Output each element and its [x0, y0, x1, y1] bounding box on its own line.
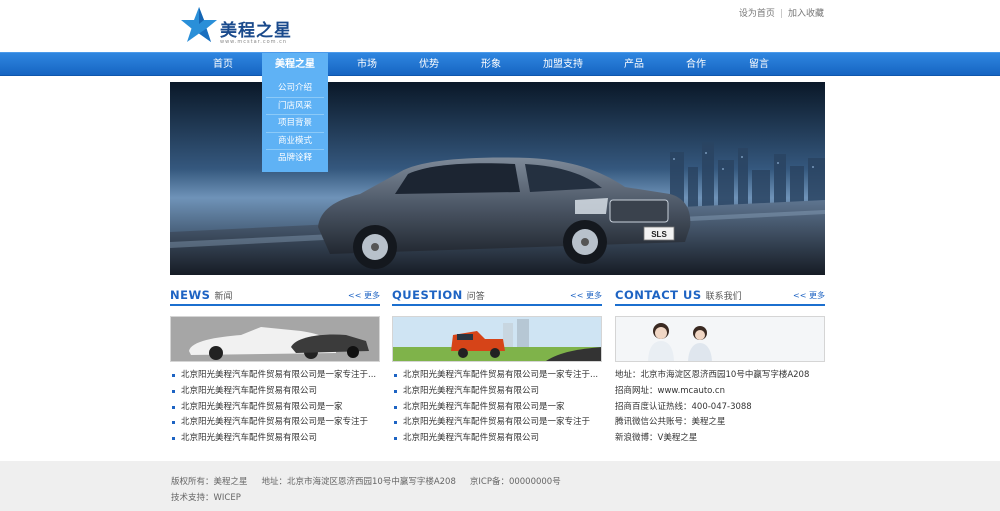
- news-title: NEWS 新闻: [170, 288, 232, 302]
- contact-info: 地址：北京市海淀区恩济西园10号中赢写字楼A208 招商网址：www.mcaut…: [615, 368, 825, 447]
- contact-header: CONTACT US 联系我们 << 更多: [615, 288, 825, 306]
- nav-item-advantage[interactable]: 优势: [405, 53, 453, 76]
- question-item-text: 北京阳光美程汽车配件贸易有限公司是一家专注于...: [403, 370, 599, 380]
- contact-title: CONTACT US 联系我们: [615, 288, 742, 302]
- star-logo-icon: [181, 7, 217, 42]
- list-item[interactable]: 北京阳光美程汽车配件贸易有限公司是一家专注于...: [170, 368, 380, 384]
- question-more-link[interactable]: << 更多: [570, 290, 602, 301]
- question-section: QUESTION 问答 << 更多 北京阳光美程汽车配件贸易有限公司是一家专注于.…: [392, 288, 602, 443]
- main-nav: 首页 美程之星 市场 优势 形象 加盟支持 产品 合作 留言: [0, 52, 1000, 76]
- list-item[interactable]: 北京阳光美程汽车配件贸易有限公司: [170, 431, 380, 447]
- news-list: 北京阳光美程汽车配件贸易有限公司是一家专注于... 北京阳光美程汽车配件贸易有限…: [170, 368, 380, 447]
- list-item[interactable]: 北京阳光美程汽车配件贸易有限公司: [392, 384, 602, 400]
- contact-more-link[interactable]: << 更多: [793, 290, 825, 301]
- news-title-cn: 新闻: [214, 292, 233, 302]
- bullet-icon: [394, 421, 397, 425]
- news-item-text: 北京阳光美程汽车配件贸易有限公司: [181, 433, 318, 444]
- bullet-icon: [394, 374, 397, 377]
- footer-support-line: 技术支持：WICEP: [171, 491, 255, 503]
- footer-icp: 京ICP备：00000000号: [469, 477, 561, 487]
- bullet-icon: [172, 389, 175, 393]
- news-item-text: 北京阳光美程汽车配件贸易有限公司是一家: [181, 401, 343, 412]
- top-links-divider: |: [779, 9, 783, 19]
- top-links: 设为首页 | 加入收藏: [739, 6, 824, 19]
- footer-tech-support: 技术支持：WICEP: [171, 493, 241, 503]
- nav-dropdown-mcstar: 公司介绍 门店风采 项目背景 商业模式 品牌诠释: [262, 76, 328, 172]
- list-item[interactable]: 北京阳光美程汽车配件贸易有限公司是一家: [392, 400, 602, 416]
- dropdown-item-business-model[interactable]: 商业模式: [266, 133, 324, 150]
- list-item[interactable]: 北京阳光美程汽车配件贸易有限公司是一家专注于...: [392, 368, 602, 384]
- contact-address: 地址：北京市海淀区恩济西园10号中赢写字楼A208: [615, 370, 810, 380]
- list-item[interactable]: 北京阳光美程汽车配件贸易有限公司: [170, 384, 380, 400]
- site-logo[interactable]: 美程之星 www.mcstar.com.cn: [180, 6, 320, 46]
- contact-website[interactable]: 招商网址：www.mcauto.cn: [615, 384, 825, 400]
- contact-title-cn: 联系我们: [705, 292, 742, 302]
- bullet-icon: [172, 374, 175, 377]
- dropdown-item-project-background[interactable]: 项目背景: [266, 115, 324, 133]
- news-section: NEWS 新闻 << 更多 北京阳光美程汽车配件贸易有限公司是一家专注于... 北…: [170, 288, 380, 443]
- question-title-en: QUESTION: [392, 288, 463, 302]
- nav-item-market[interactable]: 市场: [343, 53, 391, 76]
- news-more-link[interactable]: << 更多: [348, 290, 380, 301]
- dropdown-item-store-style[interactable]: 门店风采: [266, 98, 324, 115]
- list-item[interactable]: 北京阳光美程汽车配件贸易有限公司是一家专注于: [392, 415, 602, 431]
- bullet-icon: [394, 389, 397, 393]
- contact-wechat: 腾讯微信公共账号：美程之星: [615, 417, 726, 428]
- bullet-icon: [172, 437, 175, 441]
- question-item-text: 北京阳光美程汽车配件贸易有限公司: [403, 433, 540, 444]
- dropdown-item-brand-interpretation[interactable]: 品牌诠释: [266, 150, 324, 168]
- logo-title: 美程之星: [220, 21, 292, 41]
- customer-service-image: [616, 317, 824, 361]
- news-header: NEWS 新闻 << 更多: [170, 288, 380, 306]
- list-item[interactable]: 北京阳光美程汽车配件贸易有限公司: [392, 431, 602, 447]
- question-image[interactable]: [392, 316, 602, 362]
- bullet-icon: [394, 405, 397, 409]
- bullet-icon: [394, 437, 397, 441]
- nav-item-cooperation[interactable]: 合作: [672, 53, 720, 76]
- question-title: QUESTION 问答: [392, 288, 485, 302]
- nav-item-message[interactable]: 留言: [735, 53, 783, 76]
- footer-address: 地址：北京市海淀区恩济西园10号中赢写字楼A208: [261, 477, 456, 487]
- footer-info-line: 版权所有：美程之星 地址：北京市海淀区恩济西园10号中赢写字楼A208 京ICP备：…: [171, 475, 575, 487]
- nav-item-mcstar[interactable]: 美程之星: [262, 53, 328, 76]
- license-plate: SLS: [651, 230, 667, 239]
- nav-item-products[interactable]: 产品: [610, 53, 658, 76]
- set-homepage-link[interactable]: 设为首页: [739, 9, 775, 19]
- question-list: 北京阳光美程汽车配件贸易有限公司是一家专注于... 北京阳光美程汽车配件贸易有限…: [392, 368, 602, 447]
- question-item-text: 北京阳光美程汽车配件贸易有限公司是一家: [403, 401, 565, 412]
- contact-weibo: 新浪微博：V美程之星: [615, 433, 698, 444]
- news-item-text: 北京阳光美程汽车配件贸易有限公司是一家专注于...: [181, 370, 377, 380]
- footer: 版权所有：美程之星 地址：北京市海淀区恩济西园10号中赢写字楼A208 京ICP备：…: [0, 461, 1000, 511]
- convertible-car-image: [171, 317, 379, 361]
- question-item-text: 北京阳光美程汽车配件贸易有限公司: [403, 385, 540, 396]
- contact-hotline: 招商百度认证热线：400-047-3088: [615, 401, 752, 412]
- news-image[interactable]: [170, 316, 380, 362]
- nav-item-franchise[interactable]: 加盟支持: [533, 53, 593, 76]
- list-item[interactable]: 北京阳光美程汽车配件贸易有限公司是一家: [170, 400, 380, 416]
- logo-url: www.mcstar.com.cn: [220, 39, 288, 45]
- news-item-text: 北京阳光美程汽车配件贸易有限公司是一家专注于: [181, 417, 369, 428]
- list-item[interactable]: 北京阳光美程汽车配件贸易有限公司是一家专注于: [170, 415, 380, 431]
- bullet-icon: [172, 421, 175, 425]
- question-title-cn: 问答: [466, 292, 485, 302]
- nav-item-image[interactable]: 形象: [467, 53, 515, 76]
- pickup-truck-image: [393, 317, 601, 361]
- contact-title-en: CONTACT US: [615, 288, 702, 302]
- news-title-en: NEWS: [170, 288, 211, 302]
- question-header: QUESTION 问答 << 更多: [392, 288, 602, 306]
- news-item-text: 北京阳光美程汽车配件贸易有限公司: [181, 385, 318, 396]
- question-item-text: 北京阳光美程汽车配件贸易有限公司是一家专注于: [403, 417, 591, 428]
- add-favorite-link[interactable]: 加入收藏: [788, 9, 824, 19]
- bullet-icon: [172, 405, 175, 409]
- contact-image[interactable]: [615, 316, 825, 362]
- contact-section: CONTACT US 联系我们 << 更多 地址：北京市海淀区恩济西园10号中赢写…: [615, 288, 825, 443]
- footer-copyright: 版权所有：美程之星: [171, 477, 248, 487]
- dropdown-item-company-intro[interactable]: 公司介绍: [266, 80, 324, 98]
- nav-item-home[interactable]: 首页: [197, 53, 249, 76]
